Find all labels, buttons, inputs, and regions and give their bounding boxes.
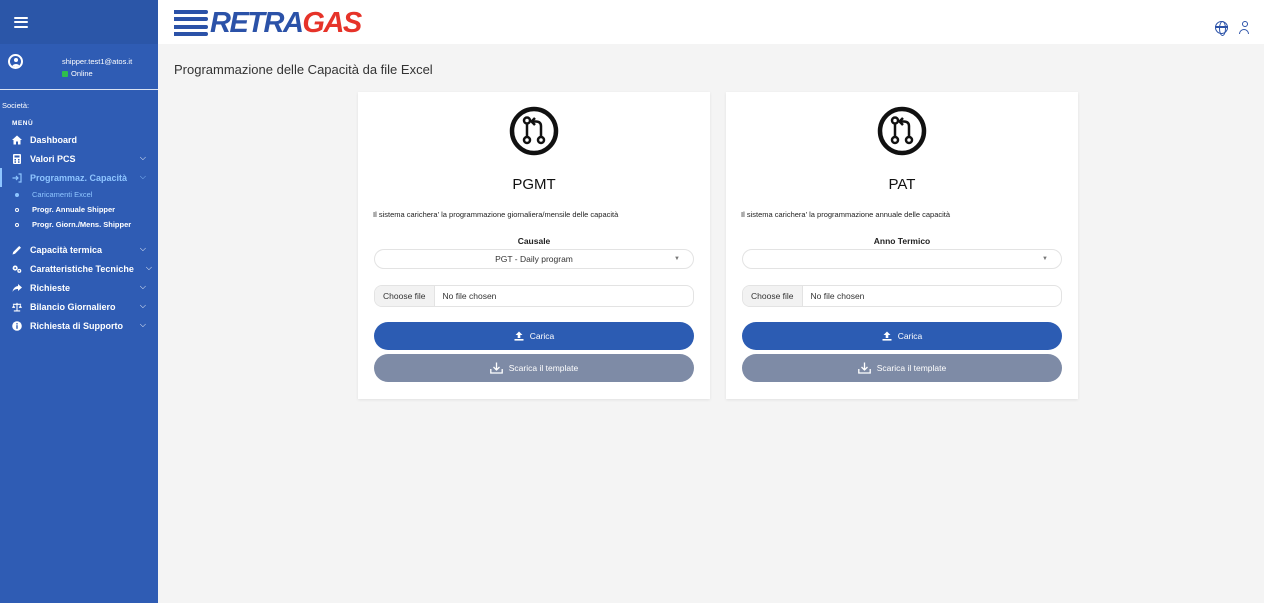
person-icon[interactable] bbox=[1239, 21, 1250, 34]
git-compare-icon bbox=[509, 106, 559, 156]
top-header: RETRAGAS bbox=[158, 0, 1264, 44]
sidebar-item-programmaz-capacita[interactable]: Programmaz. Capacità ⌵ bbox=[0, 168, 158, 187]
user-panel: shipper.test1@atos.it Online bbox=[0, 44, 158, 90]
circle-icon bbox=[15, 222, 19, 227]
file-status: No file chosen bbox=[442, 291, 497, 301]
user-status-label: Online bbox=[71, 69, 93, 78]
sidebar-item-capacita-termica[interactable]: Capacità termica ⌵ bbox=[0, 240, 158, 259]
scarica-template-button[interactable]: Scarica il template bbox=[374, 354, 694, 382]
circle-icon bbox=[15, 192, 19, 197]
download-icon bbox=[857, 362, 871, 374]
scarica-template-button[interactable]: Scarica il template bbox=[742, 354, 1062, 382]
chevron-down-icon: ⌵ bbox=[139, 244, 146, 253]
hamburger-icon[interactable] bbox=[14, 16, 28, 28]
anno-termico-select[interactable]: ▼ bbox=[742, 249, 1062, 269]
scarica-template-label: Scarica il template bbox=[508, 363, 579, 373]
balance-scale-icon bbox=[12, 302, 22, 312]
user-status: Online bbox=[62, 68, 132, 80]
sidebar-subitem-caricamenti-excel[interactable]: Caricamenti Excel bbox=[0, 187, 158, 202]
sidebar-item-valori-pcs[interactable]: Valori PCS ⌵ bbox=[0, 149, 158, 168]
sidebar-item-caratteristiche-tecniche[interactable]: Caratteristiche Tecniche ⌵ bbox=[0, 259, 158, 278]
sidebar: shipper.test1@atos.it Online Società: ME… bbox=[0, 0, 158, 603]
file-status: No file chosen bbox=[810, 291, 865, 301]
user-avatar-icon bbox=[8, 54, 23, 69]
home-icon bbox=[12, 135, 22, 145]
sidebar-top bbox=[0, 0, 158, 44]
card-title: PGMT bbox=[512, 176, 556, 193]
info-circle-icon bbox=[12, 320, 22, 331]
user-info: shipper.test1@atos.it Online bbox=[62, 56, 132, 80]
causale-select[interactable]: PGT - Daily program ▼ bbox=[374, 249, 694, 269]
retragas-logo[interactable]: RETRAGAS bbox=[174, 7, 362, 39]
page-title: Programmazione delle Capacità da file Ex… bbox=[174, 62, 433, 77]
logo-retra: RETRA bbox=[210, 7, 304, 39]
pencil-icon bbox=[12, 245, 22, 255]
chevron-down-icon: ⌵ bbox=[139, 282, 146, 291]
card-title: PAT bbox=[888, 176, 916, 193]
card-description: Il sistema carichera' la programmazione … bbox=[373, 210, 619, 219]
upload-icon bbox=[882, 331, 892, 341]
sidebar-item-label: Dashboard bbox=[30, 134, 78, 145]
sign-in-icon bbox=[12, 172, 22, 183]
choose-file-button[interactable]: Choose file bbox=[375, 286, 435, 306]
online-status-icon bbox=[62, 71, 68, 77]
card-description: Il sistema carichera' la programmazione … bbox=[741, 210, 951, 219]
upload-icon bbox=[514, 331, 524, 341]
user-email: shipper.test1@atos.it bbox=[62, 57, 133, 66]
git-compare-icon bbox=[877, 106, 927, 156]
sidebar-item-richieste[interactable]: Richieste ⌵ bbox=[0, 278, 158, 297]
menu-label: MENÙ bbox=[12, 119, 34, 127]
pgmt-card: PGMT Il sistema carichera' la programmaz… bbox=[358, 92, 710, 399]
logo-gas: GAS bbox=[302, 7, 362, 39]
sidebar-subitem-progr-annuale-shipper[interactable]: Progr. Annuale Shipper bbox=[0, 202, 158, 217]
carica-button[interactable]: Carica bbox=[742, 322, 1062, 350]
carica-button-label: Carica bbox=[897, 331, 923, 341]
sidebar-item-label: Programmaz. Capacità bbox=[30, 172, 128, 183]
sidebar-item-label: Richiesta di Supporto bbox=[30, 320, 124, 331]
pgmt-file-input[interactable]: Choose file No file chosen bbox=[374, 285, 694, 307]
chevron-down-icon: ⌵ bbox=[139, 153, 146, 162]
download-icon bbox=[489, 362, 503, 374]
societa-label: Società: bbox=[2, 101, 30, 110]
pat-card: PAT Il sistema carichera' la programmazi… bbox=[726, 92, 1078, 399]
sidebar-subitem-label: Caricamenti Excel bbox=[32, 190, 93, 199]
scarica-template-label: Scarica il template bbox=[876, 363, 947, 373]
circle-icon bbox=[15, 207, 19, 212]
sidebar-item-label: Valori PCS bbox=[30, 153, 76, 164]
carica-button[interactable]: Carica bbox=[374, 322, 694, 350]
globe-icon[interactable] bbox=[1214, 20, 1228, 36]
causale-label: Causale bbox=[517, 236, 551, 246]
sidebar-subitem-label: Progr. Giorn./Mens. Shipper bbox=[32, 220, 132, 229]
cogs-icon bbox=[12, 264, 22, 274]
caret-down-icon: ▼ bbox=[1042, 256, 1048, 262]
sidebar-subitem-label: Progr. Annuale Shipper bbox=[32, 205, 116, 214]
caret-down-icon: ▼ bbox=[674, 256, 680, 262]
chevron-down-icon: ⌵ bbox=[139, 320, 146, 329]
anno-termico-label: Anno Termico bbox=[873, 236, 931, 246]
logo-text: RETRAGAS bbox=[210, 7, 362, 39]
carica-button-label: Carica bbox=[529, 331, 555, 341]
calculator-icon bbox=[12, 153, 22, 164]
sidebar-item-label: Caratteristiche Tecniche bbox=[30, 263, 134, 274]
sidebar-item-label: Capacità termica bbox=[30, 244, 103, 255]
chevron-down-icon: ⌵ bbox=[139, 301, 146, 310]
chevron-down-icon: ⌵ bbox=[145, 263, 152, 272]
sidebar-item-dashboard[interactable]: Dashboard bbox=[0, 130, 158, 149]
causale-select-value: PGT - Daily program bbox=[495, 254, 573, 264]
pat-file-input[interactable]: Choose file No file chosen bbox=[742, 285, 1062, 307]
sidebar-item-richiesta-di-supporto[interactable]: Richiesta di Supporto ⌵ bbox=[0, 316, 158, 335]
chevron-down-icon: ⌵ bbox=[139, 172, 146, 181]
share-icon bbox=[12, 283, 22, 293]
sidebar-subitem-progr-giorn-mens-shipper[interactable]: Progr. Giorn./Mens. Shipper bbox=[0, 217, 158, 232]
sidebar-item-label: Richieste bbox=[30, 282, 71, 293]
sidebar-item-label: Bilancio Giornaliero bbox=[30, 301, 116, 312]
logo-stripes-icon bbox=[174, 10, 208, 36]
sidebar-item-bilancio-giornaliero[interactable]: Bilancio Giornaliero ⌵ bbox=[0, 297, 158, 316]
choose-file-button[interactable]: Choose file bbox=[743, 286, 803, 306]
